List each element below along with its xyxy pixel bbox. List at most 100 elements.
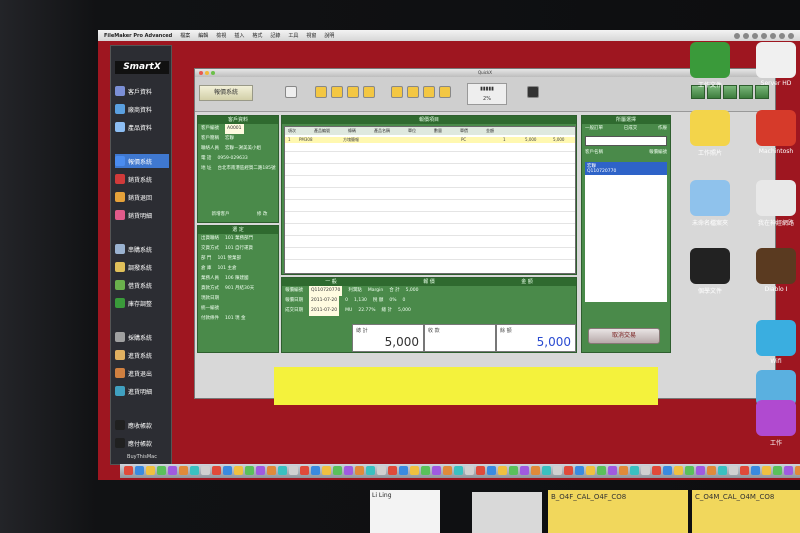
sidebar-item[interactable]: 借貨系統: [115, 278, 169, 292]
edit-customer-button[interactable]: 修 改: [257, 210, 267, 220]
dock-app-icon[interactable]: [201, 466, 210, 475]
tray-icon[interactable]: [788, 32, 794, 39]
nav-refresh-icon[interactable]: [755, 85, 769, 99]
desktop-icon[interactable]: 工作照片: [678, 110, 742, 157]
dock-app-icon[interactable]: [784, 466, 793, 475]
menu-item-records[interactable]: 記錄: [270, 32, 280, 39]
row-value[interactable]: 宏聯－謝美美小姐: [225, 144, 261, 154]
tab-general[interactable]: 一 般: [325, 278, 337, 286]
dock-app-icon[interactable]: [168, 466, 177, 475]
delete-icon[interactable]: [347, 86, 359, 98]
quote-number-field[interactable]: Q110720770: [309, 286, 343, 296]
dock-app-icon[interactable]: [421, 466, 430, 475]
layout-icon[interactable]: [285, 86, 297, 98]
new-record-icon[interactable]: [331, 86, 343, 98]
dock-app-icon[interactable]: [564, 466, 573, 475]
dock-app-icon[interactable]: [322, 466, 331, 475]
print-icon[interactable]: [391, 86, 403, 98]
cell-unit[interactable]: PC: [461, 137, 466, 142]
tray-icon[interactable]: [743, 32, 749, 39]
dock-app-icon[interactable]: [135, 466, 144, 475]
dock-app-icon[interactable]: [608, 466, 617, 475]
dock-app-icon[interactable]: [685, 466, 694, 475]
dock-app-icon[interactable]: [344, 466, 353, 475]
desktop-icon[interactable]: 工作文件: [678, 42, 742, 89]
sidebar-item[interactable]: 客戶資料: [115, 84, 169, 98]
dock-app-icon[interactable]: [597, 466, 606, 475]
menu-item-help[interactable]: 說明: [324, 32, 334, 39]
camera-icon[interactable]: [527, 86, 539, 98]
row-value[interactable]: 101 營業部: [217, 254, 241, 264]
cell-code[interactable]: PM308: [299, 137, 313, 142]
dock-app-icon[interactable]: [773, 466, 782, 475]
sidebar-item[interactable]: 應付帳款: [115, 436, 169, 450]
dock-app-icon[interactable]: [520, 466, 529, 475]
sidebar-item[interactable]: 進貨明細: [115, 384, 169, 398]
dock-app-icon[interactable]: [366, 466, 375, 475]
sidebar-item[interactable]: 銷貨系統: [115, 172, 169, 186]
dock-app-icon[interactable]: [509, 466, 518, 475]
menu-item-file[interactable]: 檔案: [180, 32, 190, 39]
dock-app-icon[interactable]: [586, 466, 595, 475]
add-customer-button[interactable]: 新增客戶: [212, 210, 230, 220]
sidebar-item[interactable]: 庫存調整: [115, 296, 169, 310]
dock-app-icon[interactable]: [751, 466, 760, 475]
tab-void[interactable]: 作廢: [658, 124, 667, 134]
dock-app-icon[interactable]: [443, 466, 452, 475]
dock-app-icon[interactable]: [124, 466, 133, 475]
dock-app-icon[interactable]: [454, 466, 463, 475]
dock-app-icon[interactable]: [223, 466, 232, 475]
tray-icon[interactable]: [761, 32, 767, 39]
dock-app-icon[interactable]: [531, 466, 540, 475]
dock-app-icon[interactable]: [245, 466, 254, 475]
dock-app-icon[interactable]: [729, 466, 738, 475]
dock-app-icon[interactable]: [740, 466, 749, 475]
mode-button[interactable]: 報價系統: [199, 85, 253, 101]
dock-app-icon[interactable]: [146, 466, 155, 475]
desktop-icon[interactable]: 我在神經網路: [744, 180, 800, 227]
row-value[interactable]: 101 業務部門: [225, 234, 253, 244]
table-row[interactable]: 1 PM308 方塊簡報 PC 1 5,000 5,000: [285, 137, 575, 143]
dock-app-icon[interactable]: [641, 466, 650, 475]
desktop-icon[interactable]: 工作: [744, 400, 800, 447]
dock-app-icon[interactable]: [311, 466, 320, 475]
export-icon[interactable]: [439, 86, 451, 98]
row-value[interactable]: 0959-029633: [217, 154, 247, 164]
list-icon[interactable]: [407, 86, 419, 98]
dock-app-icon[interactable]: [377, 466, 386, 475]
dock-app-icon[interactable]: [652, 466, 661, 475]
sidebar-item[interactable]: 應收帳款: [115, 418, 169, 432]
dock-app-icon[interactable]: [179, 466, 188, 475]
cell-qty[interactable]: 1: [503, 137, 506, 142]
yellow-sticky-window[interactable]: [274, 367, 658, 405]
quote-date-field[interactable]: 2011-07-20: [309, 296, 340, 306]
dock-app-icon[interactable]: [663, 466, 672, 475]
desktop-icon[interactable]: Wifi: [744, 320, 800, 365]
dock-app-icon[interactable]: [465, 466, 474, 475]
dock-app-icon[interactable]: [619, 466, 628, 475]
dock-app-icon[interactable]: [553, 466, 562, 475]
dock-app-icon[interactable]: [355, 466, 364, 475]
sidebar-item[interactable]: 廠商資料: [115, 102, 169, 116]
row-value[interactable]: 106 陳建國: [225, 274, 249, 284]
dock-app-icon[interactable]: [476, 466, 485, 475]
menu-item-view[interactable]: 檢視: [216, 32, 226, 39]
deal-date-field[interactable]: 2011-07-20: [309, 306, 340, 316]
dock-app-icon[interactable]: [630, 466, 639, 475]
sidebar-item[interactable]: 調撥系統: [115, 260, 169, 274]
sidebar-item[interactable]: 進貨系統: [115, 348, 169, 362]
home-icon[interactable]: [315, 86, 327, 98]
desktop-icon[interactable]: 未命名檔案夾: [678, 180, 742, 227]
sidebar-item[interactable]: 進貨退出: [115, 366, 169, 380]
dock-app-icon[interactable]: [696, 466, 705, 475]
dock-app-icon[interactable]: [333, 466, 342, 475]
tab-amount[interactable]: 金 額: [521, 278, 533, 286]
dock-app-icon[interactable]: [487, 466, 496, 475]
row-value[interactable]: 901 月結30天: [225, 284, 254, 294]
selection-search-input[interactable]: [585, 136, 667, 146]
dock-app-icon[interactable]: [256, 466, 265, 475]
dock-app-icon[interactable]: [718, 466, 727, 475]
menu-item-format[interactable]: 格式: [252, 32, 262, 39]
sidebar-item[interactable]: 銷貨明細: [115, 208, 169, 222]
menu-item-insert[interactable]: 插入: [234, 32, 244, 39]
